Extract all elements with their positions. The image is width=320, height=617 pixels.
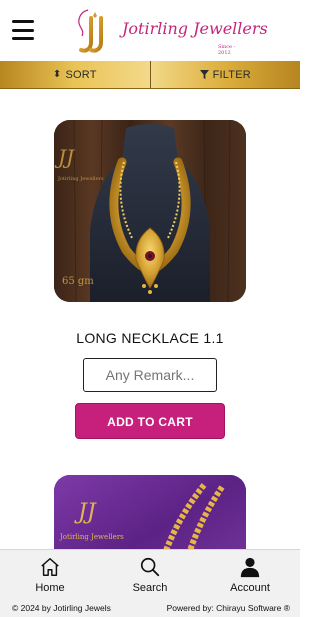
filter-label: FILTER [212, 68, 251, 81]
nav-search-label: Search [132, 582, 168, 594]
filter-funnel-icon [199, 70, 209, 79]
brand-logo[interactable]: Jotirling Jewellers Since - 2012 [74, 6, 268, 56]
copyright-text: © 2024 by Jotirling Jewels [12, 603, 111, 613]
remark-input[interactable] [83, 358, 217, 392]
home-icon [41, 558, 59, 576]
app-header: Jotirling Jewellers Since - 2012 [0, 0, 300, 61]
sort-label: SORT [65, 68, 97, 81]
svg-text:65 gm: 65 gm [62, 276, 94, 287]
sort-arrows-icon: ⬍ [52, 69, 62, 80]
nav-account[interactable]: Account [200, 550, 300, 599]
sort-button[interactable]: ⬍ SORT [0, 61, 150, 88]
nav-home-label: Home [35, 582, 65, 594]
powered-by-text: Powered by: Chirayu Software ® [166, 603, 290, 613]
brand-monogram-icon [78, 9, 103, 53]
brand-since: Since - 2012 [218, 44, 236, 56]
svg-text:JJ: JJ [74, 500, 97, 525]
brand-name: Jotirling Jewellers [122, 19, 268, 38]
bottom-navigation: Home Search Account [0, 549, 300, 599]
nav-search[interactable]: Search [100, 550, 200, 599]
svg-text:Jotirling Jewellers: Jotirling Jewellers [57, 176, 104, 182]
product-list-page: Jotirling Jewellers Since - 2012 ⬍ SORT … [0, 0, 300, 617]
hamburger-menu-icon[interactable] [12, 20, 34, 40]
svg-text:JJ: JJ [54, 145, 75, 169]
search-icon [140, 557, 160, 577]
product-title: LONG NECKLACE 1.1 [76, 330, 224, 346]
footer: © 2024 by Jotirling Jewels Powered by: C… [0, 599, 300, 617]
necklace-photo: JJ Jotirling Jewellers 65 gm [54, 120, 246, 302]
account-icon [240, 557, 260, 578]
sort-filter-bar: ⬍ SORT FILTER [0, 61, 300, 89]
product-image-long-necklace[interactable]: JJ Jotirling Jewellers 65 gm [54, 120, 246, 302]
nav-home[interactable]: Home [0, 550, 100, 599]
nav-account-label: Account [230, 582, 270, 594]
svg-text:Jotirling Jewellers: Jotirling Jewellers [59, 533, 124, 541]
filter-button[interactable]: FILTER [149, 61, 301, 88]
add-to-cart-button[interactable]: ADD TO CART [75, 403, 225, 439]
